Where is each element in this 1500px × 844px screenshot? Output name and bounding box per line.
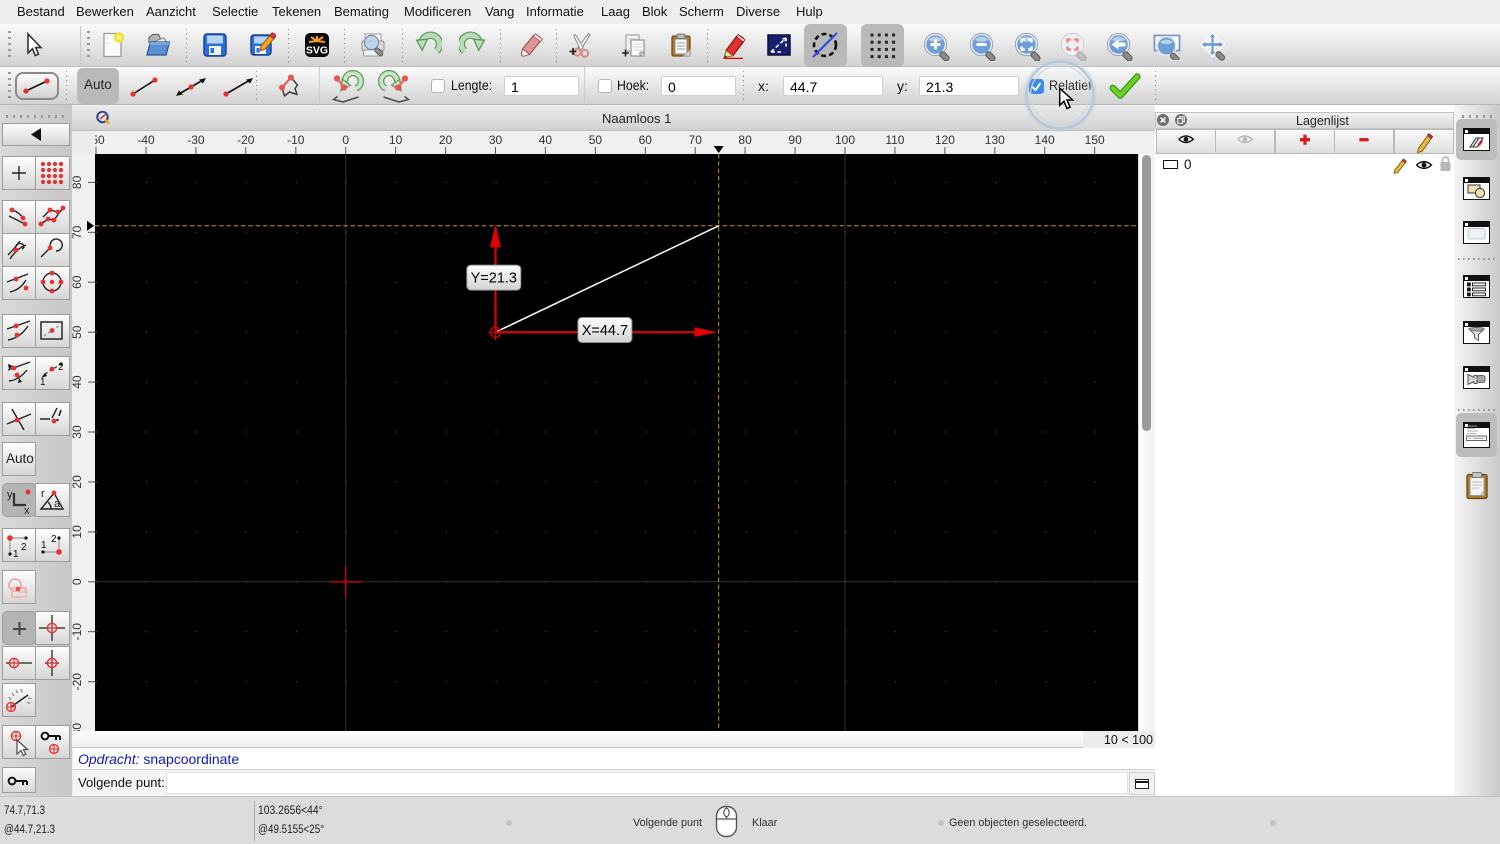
svg-text:x: x [24,505,30,515]
svg-text:20: 20 [72,475,84,489]
svg-text:150: 150 [1085,133,1105,147]
svg-text:-30: -30 [187,133,205,147]
svg-text:50: 50 [589,133,603,147]
svg-text:60: 60 [72,275,84,289]
svg-text:-30: -30 [72,723,84,731]
svg-text:100: 100 [835,133,855,147]
svg-text:40: 40 [539,133,553,147]
svg-text:90: 90 [788,133,802,147]
svg-text:80: 80 [738,133,752,147]
svg-text:-20: -20 [72,673,84,691]
svg-text:-50: -50 [95,133,105,147]
svg-text:10: 10 [389,133,403,147]
svg-text:70: 70 [72,225,84,239]
svg-text:1: 1 [13,549,19,560]
svg-text:30: 30 [72,425,84,439]
svg-text:80: 80 [72,175,84,189]
svg-text:60: 60 [639,133,653,147]
svg-text:2: 2 [51,534,57,545]
svg-text:40: 40 [72,375,84,389]
svg-text:1: 1 [40,377,46,388]
svg-text:30: 30 [489,133,503,147]
svg-text:r: r [41,488,45,500]
svg-text:50: 50 [72,325,84,339]
svg-text:a: a [54,498,61,510]
svg-text:y: y [7,489,13,501]
svg-text:SVG: SVG [305,45,327,57]
svg-text:110: 110 [885,133,904,147]
svg-text:120: 120 [935,133,955,147]
svg-text:-10: -10 [287,133,305,147]
svg-text:Y=21.3: Y=21.3 [471,271,517,287]
svg-text:10: 10 [72,525,84,539]
svg-text:140: 140 [1035,133,1055,147]
svg-text:2: 2 [21,542,27,553]
svg-text:20: 20 [439,133,453,147]
svg-text:-40: -40 [137,133,155,147]
svg-text:0: 0 [342,133,349,147]
svg-text:70: 70 [689,133,703,147]
svg-text:-20: -20 [237,133,255,147]
svg-text:X=44.7: X=44.7 [582,323,628,339]
svg-text:0: 0 [72,578,84,585]
svg-text:1: 1 [41,540,47,551]
svg-text:-10: -10 [72,623,84,641]
svg-text:130: 130 [985,133,1005,147]
svg-text:2: 2 [58,362,64,373]
